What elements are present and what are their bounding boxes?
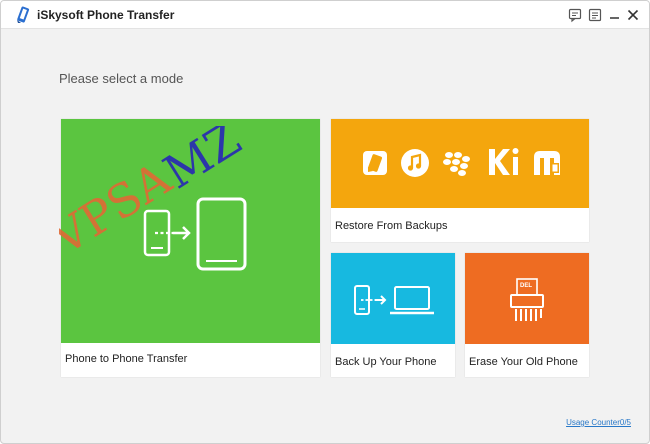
page-subtitle: Please select a mode (59, 71, 184, 86)
restore-tile-face (331, 119, 589, 208)
music-icon (401, 149, 429, 177)
mobiletrans-icon (534, 151, 560, 175)
erase-label: Erase Your Old Phone (469, 356, 578, 368)
minimize-icon[interactable] (607, 7, 623, 23)
close-icon[interactable] (625, 7, 641, 23)
blackberry-icon (443, 152, 470, 176)
title-bar: iSkysoft Phone Transfer (1, 1, 649, 29)
kies-icon (489, 148, 519, 175)
restore-from-backups-tile[interactable]: Restore From Backups (331, 119, 589, 242)
backup-label: Back Up Your Phone (335, 356, 437, 368)
app-window: iSkysoft Phone Transfer Please select a … (0, 0, 650, 444)
usage-counter-link[interactable]: Usage Counter0/5 (566, 418, 631, 427)
phone-transfer-icon (143, 197, 247, 271)
phone-to-phone-transfer-tile[interactable]: Phone to Phone Transfer (61, 119, 320, 377)
phone-transfer-tile-face (61, 119, 320, 343)
backup-tile-face (331, 253, 455, 344)
itunes-backup-icon (363, 151, 387, 175)
feedback-icon[interactable] (567, 7, 583, 23)
back-up-your-phone-tile[interactable]: Back Up Your Phone (331, 253, 455, 377)
phone-to-laptop-icon (354, 285, 434, 315)
erase-your-old-phone-tile[interactable]: DEL Erase Your Old Phone (465, 253, 589, 377)
app-title: iSkysoft Phone Transfer (37, 8, 175, 22)
phone-transfer-label: Phone to Phone Transfer (65, 353, 188, 365)
erase-tile-face: DEL (465, 253, 589, 344)
menu-icon[interactable] (587, 7, 603, 23)
del-badge: DEL (520, 283, 532, 289)
app-logo-icon (17, 6, 30, 23)
restore-label: Restore From Backups (335, 220, 448, 232)
